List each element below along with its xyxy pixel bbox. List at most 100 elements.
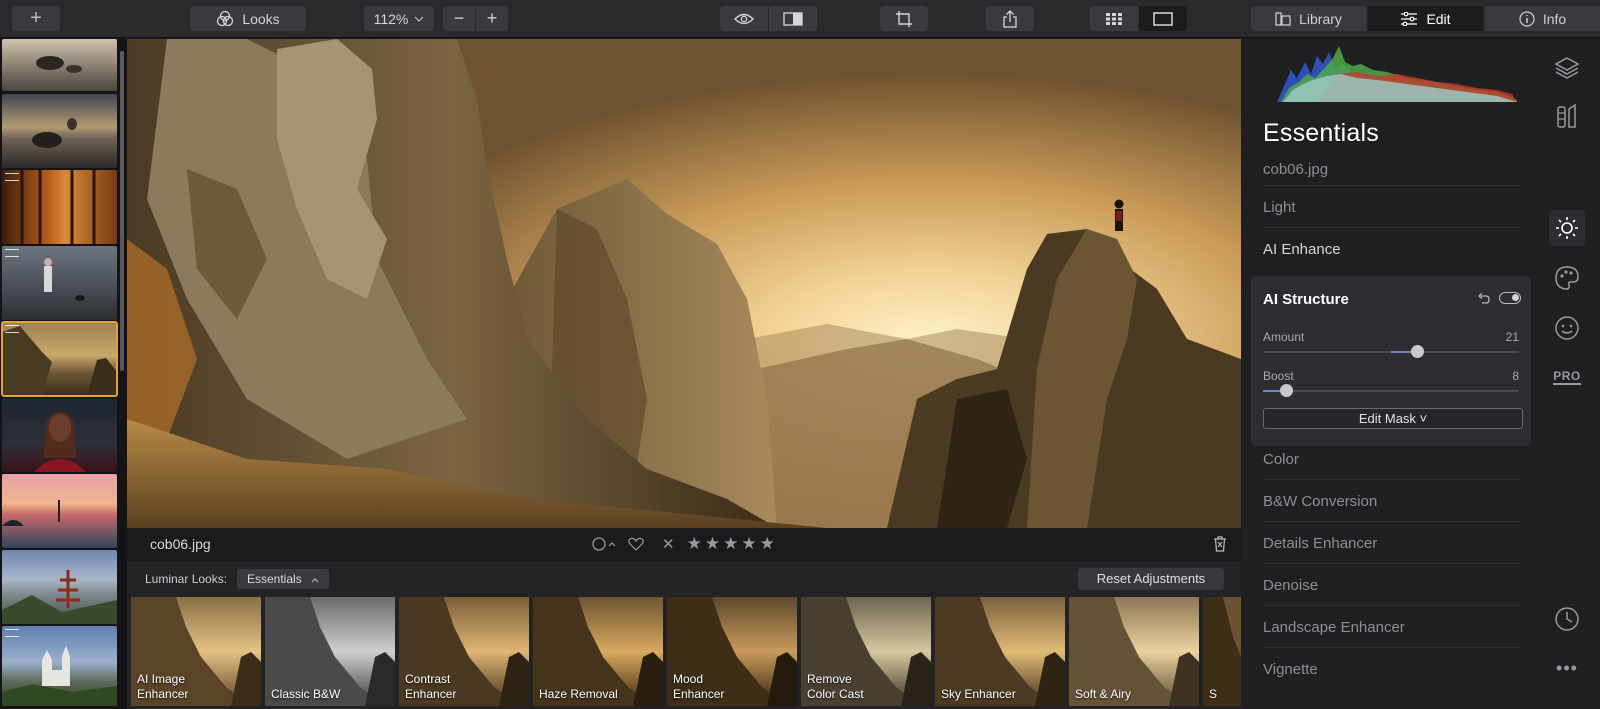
section-landscape-enhancer[interactable]: Landscape Enhancer [1263,619,1405,636]
amount-value: 21 [1505,330,1519,344]
share-button[interactable] [986,6,1034,31]
look-sky-enhancer[interactable]: Sky Enhancer [935,597,1065,706]
look-partial[interactable]: S [1203,597,1241,706]
filmstrip[interactable] [0,39,127,709]
look-haze-removal[interactable]: Haze Removal [533,597,663,706]
divider [1263,647,1521,648]
look-caption: Haze Removal [539,687,618,701]
grid-view-button[interactable] [1090,6,1138,31]
section-color[interactable]: Color [1263,451,1299,468]
thumbnail-autumn-forest[interactable] [2,170,117,244]
look-soft-airy[interactable]: Soft & Airy [1069,597,1199,706]
boost-slider[interactable] [1263,384,1519,397]
star-4-icon[interactable]: ★ [741,534,756,554]
share-icon [1003,9,1017,28]
thumbnail-pink-sunset-lake[interactable] [2,474,117,548]
history-button[interactable] [1552,604,1582,634]
tab-library[interactable]: Library [1251,6,1366,31]
reset-tool-button[interactable] [1477,292,1490,310]
histogram [1277,46,1517,102]
look-ai-image-enhancer[interactable]: AI Image Enhancer [131,597,261,706]
favorite-button[interactable] [628,537,644,551]
layers-button[interactable] [1552,53,1582,83]
section-denoise[interactable]: Denoise [1263,577,1318,594]
divider [1263,185,1521,186]
look-contrast-enhancer[interactable]: Contrast Enhancer [399,597,529,706]
preview-button[interactable] [720,6,768,31]
more-button[interactable]: ••• [1552,653,1582,683]
zoom-select[interactable]: 112% [364,6,434,31]
tab-info-label: Info [1542,10,1567,27]
section-ai-enhance[interactable]: AI Enhance [1263,241,1341,258]
tool-visibility-toggle[interactable] [1499,292,1521,304]
star-3-icon[interactable]: ★ [723,534,738,554]
looks-collection-select[interactable]: Essentials [237,569,330,589]
section-vignette[interactable]: Vignette [1263,661,1318,678]
presets-button[interactable] [1552,101,1582,131]
zoom-out-button[interactable]: − [443,6,475,31]
divider [1263,227,1521,228]
compare-button[interactable] [769,6,817,31]
library-icon [1275,11,1291,26]
edited-badge-icon [5,249,19,257]
close-icon: ✕ [662,536,675,553]
tab-info[interactable]: Info [1485,6,1600,31]
compare-icon [783,11,803,26]
star-1-icon[interactable]: ★ [687,534,702,554]
add-button[interactable]: + [12,6,60,31]
reject-button[interactable]: ✕ [662,535,675,553]
thumbnail-image [32,118,77,148]
color-label-button[interactable] [592,537,616,551]
thumbnail-cob06[interactable] [1,321,118,397]
thumbnail-street-runner[interactable] [2,246,117,320]
amount-slider[interactable] [1263,345,1519,358]
trash-icon [1214,536,1226,552]
section-light[interactable]: Light [1263,199,1296,216]
image-info-bar: cob06.jpg ✕ ★ ★ ★ ★ ★ [127,528,1241,561]
tool-category-rail: PRO ••• [1535,39,1600,709]
looks-panel: Luminar Looks: Essentials Reset Adjustme… [127,561,1241,709]
amount-slider-handle[interactable] [1410,345,1424,358]
ai-structure-title[interactable]: AI Structure [1263,291,1349,308]
pro-category-button[interactable]: PRO [1552,362,1582,392]
section-bw-conversion[interactable]: B&W Conversion [1263,493,1377,510]
divider [1263,563,1521,564]
tab-edit[interactable]: Edit [1368,6,1483,31]
delete-button[interactable] [1213,536,1227,557]
look-mood-enhancer[interactable]: Mood Enhancer [667,597,797,706]
portrait-category-button[interactable] [1552,313,1582,343]
edited-badge-icon [5,173,19,181]
crop-button[interactable] [880,6,928,31]
boost-slider-handle[interactable] [1280,384,1294,397]
palette-icon [1555,266,1579,290]
crop-icon [896,10,912,27]
thumbnail-image [44,258,85,301]
thumbnail-beach-rocks-2[interactable] [2,94,117,168]
edited-badge-icon [5,325,19,333]
thumbnail-beach-rocks-1[interactable] [2,39,117,91]
filmstrip-scrollbar[interactable] [120,51,124,371]
mode-tabs: Library Edit Info [1249,6,1600,31]
edit-mask-button[interactable]: Edit Mask ˅ [1263,408,1523,429]
look-remove-color-cast[interactable]: Remove Color Cast [801,597,931,706]
thumbnail-pagoda-mountain[interactable] [2,550,117,624]
look-caption: Remove Color Cast [807,672,864,701]
panel-filename: cob06.jpg [1263,161,1329,178]
creative-category-button[interactable] [1552,263,1582,293]
reset-adjustments-button[interactable]: Reset Adjustments [1078,568,1224,590]
sun-icon [1556,217,1578,239]
look-classic-bw[interactable]: Classic B&W [265,597,395,706]
single-view-button[interactable] [1139,6,1187,31]
thumbnail-castle[interactable] [2,626,117,706]
star-5-icon[interactable]: ★ [760,534,775,554]
image-viewer[interactable] [127,39,1241,528]
essentials-category-button[interactable] [1549,210,1585,246]
thumbnail-portrait-woman[interactable] [2,398,117,472]
section-details-enhancer[interactable]: Details Enhancer [1263,535,1377,552]
zoom-in-button[interactable]: + [476,6,508,31]
divider [1263,605,1521,606]
looks-button[interactable]: Looks [190,6,306,31]
star-2-icon[interactable]: ★ [705,534,720,554]
circle-icon [592,537,606,551]
presets-icon [1557,103,1576,128]
